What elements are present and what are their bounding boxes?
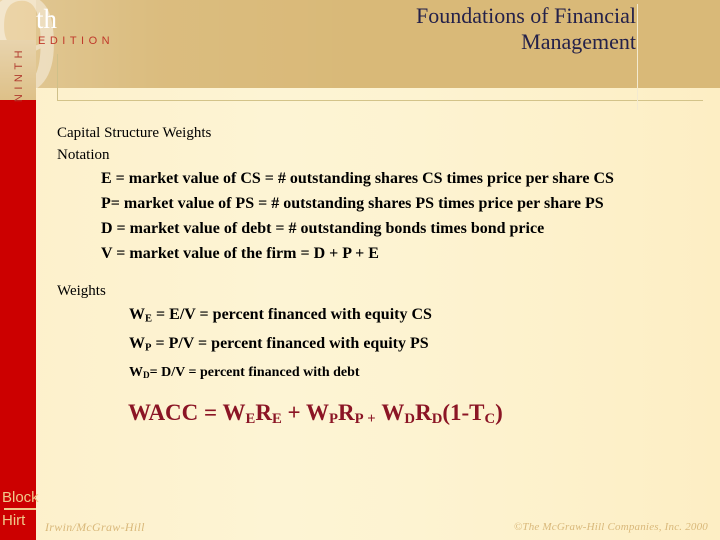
notation-line-p: P= market value of PS = # outstanding sh… (101, 195, 604, 212)
ninth-vertical-label: NINTH (13, 45, 25, 103)
wacc-plus-low: + (363, 410, 376, 427)
wacc-subscript: P (328, 410, 338, 427)
wacc-subscript: D (431, 410, 443, 427)
horizontal-rule (57, 100, 703, 101)
weight-line-equity-cs: WE = E/V = percent financed with equity … (129, 302, 707, 331)
weight-subscript-d: D (143, 369, 150, 380)
left-red-bar (0, 100, 36, 540)
weights-label: Weights (57, 283, 106, 299)
wacc-subscript: E (271, 410, 282, 427)
notation-line-d: D = market value of debt = # outstanding… (101, 220, 545, 237)
weight-symbol-we: W (129, 306, 145, 323)
weight-symbol-wp: W (129, 335, 145, 353)
weight-symbol-wd: W (129, 364, 143, 380)
footer-copyright: ©The McGraw-Hill Companies, Inc. 2000 (513, 521, 708, 533)
logo-author-block: Block (2, 489, 39, 506)
edition-word: EDITION (38, 35, 115, 47)
wacc-subscript: P (354, 410, 364, 427)
slide-body: Capital Structure Weights Notation E = m… (57, 122, 707, 387)
weight-subscript-e: E (145, 313, 153, 325)
notation-line-e: E = market value of CS = # outstanding s… (101, 170, 614, 187)
slide-title: Foundations of Financial Management (416, 3, 636, 54)
notation-line-v: V = market value of the firm = D + P + E (101, 245, 379, 262)
weight-line-equity-ps: WP = P/V = percent financed with equity … (129, 331, 707, 360)
weight-text-d: = D/V = percent financed with debt (149, 364, 360, 380)
wacc-subscript: E (245, 410, 256, 427)
weight-text-p: = P/V = percent financed with equity PS (151, 335, 429, 353)
vertical-rule-right (637, 4, 638, 110)
content-heading: Capital Structure Weights (57, 125, 212, 141)
weight-text-e: = E/V = percent financed with equity CS (152, 306, 432, 323)
vertical-rule-left (57, 54, 58, 101)
logo-divider-line (4, 508, 36, 510)
wacc-subscript: C (484, 410, 496, 427)
wacc-formula: WACC = WERE + WPRP + WDRD(1-TC) (128, 400, 503, 427)
logo-author-hirt: Hirt (2, 512, 26, 529)
weight-line-debt: WD= D/V = percent financed with debt (129, 361, 707, 387)
wacc-subscript: D (404, 410, 416, 427)
slide-canvas: 9 th EDITION NINTH Foundations of Financ… (0, 0, 720, 540)
edition-ordinal-suffix: th (36, 4, 58, 34)
content-subheading: Notation (57, 147, 110, 163)
weights-spacer (57, 266, 707, 280)
footer-publisher: Irwin/McGraw-Hill (45, 520, 145, 534)
